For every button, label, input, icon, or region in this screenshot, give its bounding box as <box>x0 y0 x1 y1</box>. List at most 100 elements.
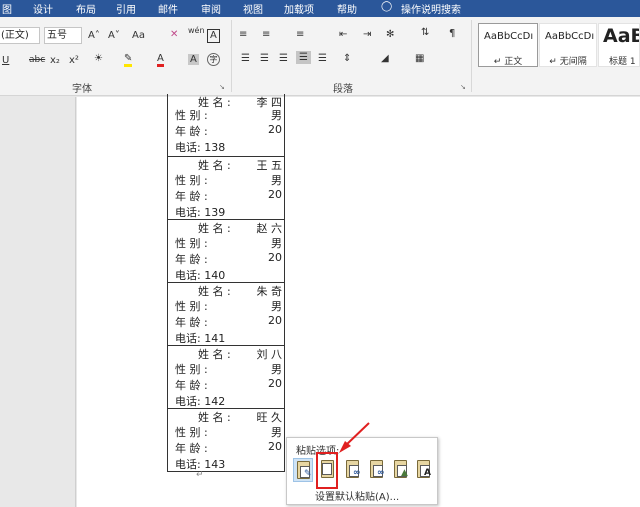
lightbulb-icon: ◯ <box>381 1 393 12</box>
name-label: 姓 名 : <box>198 285 231 298</box>
ribbon-tab-bar: 图 设计 布局 引用 邮件 审阅 视图 加载项 帮助 ◯ 操作说明搜索 <box>0 0 640 17</box>
age-value: 20 <box>268 188 282 201</box>
distributed-icon[interactable]: ☰ <box>318 53 327 64</box>
multilevel-list-icon[interactable]: ≡ <box>296 29 304 40</box>
tab-picture[interactable]: 图 <box>2 1 12 16</box>
table-row[interactable]: 姓 名 : 旺 久 性 别 : 男 年 龄 : 20 电话: 143 <box>168 409 284 472</box>
name-value: 朱 奇 <box>256 285 283 298</box>
age-value: 20 <box>268 314 282 327</box>
label-table[interactable]: 姓 名 : 李 四 性 别 : 男 年 龄 : 20 电话: 138 姓 名 :… <box>167 94 285 472</box>
group-separator <box>471 20 472 92</box>
gender-value: 男 <box>271 237 282 250</box>
enclose-char-button[interactable]: 字 <box>207 53 220 66</box>
paragraph-dialog-launcher-icon[interactable]: ↘ <box>460 83 466 91</box>
sort-icon[interactable]: ⇅ <box>421 27 429 38</box>
style-no-spacing[interactable]: AaBbCcDı ↵ 无间隔 <box>539 23 597 67</box>
phone-text: 电话: 139 <box>175 206 226 219</box>
char-border-button[interactable]: A <box>207 29 220 43</box>
tell-me-search[interactable]: 操作说明搜索 <box>401 1 461 16</box>
style-name: ↵ 无间隔 <box>549 57 587 67</box>
grow-font-button[interactable]: A˄ <box>88 30 100 41</box>
gender-label: 性 别 : <box>175 237 208 250</box>
name-value: 旺 久 <box>256 411 283 424</box>
style-normal[interactable]: AaBbCcDı ↵ 正文 <box>478 23 538 67</box>
increase-indent-icon[interactable]: ⇥ <box>363 29 371 40</box>
font-color-button[interactable]: A <box>157 53 164 67</box>
paste-destination-style-icon[interactable]: ∞ <box>367 458 387 482</box>
tab-review[interactable]: 审阅 <box>201 1 221 16</box>
gender-value: 男 <box>271 363 282 376</box>
age-value: 20 <box>268 123 282 136</box>
paste-keep-source-icon[interactable]: ✎ <box>293 458 313 482</box>
style-preview: AaB <box>603 25 639 47</box>
age-label: 年 龄 : <box>175 316 208 329</box>
font-name-dropdown[interactable]: (正文) <box>0 27 40 44</box>
decrease-indent-icon[interactable]: ⇤ <box>339 29 347 40</box>
strikethrough-button[interactable]: abc <box>29 55 45 65</box>
name-label: 姓 名 : <box>198 222 231 235</box>
gender-value: 男 <box>271 174 282 187</box>
underline-button[interactable]: U <box>2 55 9 66</box>
style-name: ↵ 正文 <box>493 57 523 67</box>
paragraph-mark: ↵ <box>196 470 204 480</box>
tab-addins[interactable]: 加载项 <box>284 1 314 16</box>
highlight-icon[interactable]: ✎ <box>124 53 133 67</box>
table-row[interactable]: 姓 名 : 刘 八 性 别 : 男 年 龄 : 20 电话: 142 <box>168 346 284 409</box>
age-value: 20 <box>268 440 282 453</box>
age-label: 年 龄 : <box>175 379 208 392</box>
font-size-dropdown[interactable]: 五号 <box>44 27 82 44</box>
chinese-layout-icon[interactable]: ✻ <box>386 29 394 40</box>
align-right-icon[interactable]: ☰ <box>279 53 288 64</box>
paste-text-a-icon[interactable]: A <box>414 458 434 482</box>
name-label: 姓 名 : <box>198 159 231 172</box>
change-case-button[interactable]: Aa <box>132 30 145 41</box>
phone-text: 电话: 141 <box>175 332 226 345</box>
subscript-button[interactable]: x₂ <box>50 55 60 66</box>
style-heading-1[interactable]: AaB 标题 1 <box>598 23 640 67</box>
phonetic-guide-button[interactable]: wén <box>188 26 205 35</box>
table-row[interactable]: 姓 名 : 李 四 性 别 : 男 年 龄 : 20 电话: 138 <box>168 94 284 157</box>
superscript-button[interactable]: x² <box>69 55 79 66</box>
name-value: 王 五 <box>256 159 283 172</box>
shading-icon[interactable]: ◢ <box>381 53 389 64</box>
style-preview: AaBbCcDı <box>545 31 595 42</box>
document-gutter <box>0 97 76 507</box>
tab-view[interactable]: 视图 <box>243 1 263 16</box>
set-default-paste-link[interactable]: 设置默认粘贴(A)... <box>315 488 399 503</box>
style-preview: AaBbCcDı <box>484 31 534 42</box>
align-center-icon[interactable]: ☰ <box>260 53 269 64</box>
tab-design[interactable]: 设计 <box>33 1 53 16</box>
paste-picture-icon[interactable]: ▲ <box>391 458 411 482</box>
age-label: 年 龄 : <box>175 253 208 266</box>
char-shading-button[interactable]: A <box>188 54 199 65</box>
tab-help[interactable]: 帮助 <box>337 1 357 16</box>
justify-icon[interactable]: ☰ <box>296 51 311 64</box>
text-effects-icon[interactable]: ☀ <box>94 53 103 64</box>
gender-label: 性 别 : <box>175 426 208 439</box>
name-label: 姓 名 : <box>198 411 231 424</box>
show-marks-icon[interactable]: ¶ <box>449 28 455 39</box>
numbering-icon[interactable]: ≡ <box>262 29 270 40</box>
age-label: 年 龄 : <box>175 442 208 455</box>
shrink-font-button[interactable]: A˅ <box>108 30 120 41</box>
tab-mailings[interactable]: 邮件 <box>158 1 178 16</box>
phone-text: 电话: 138 <box>175 141 226 154</box>
name-label: 姓 名 : <box>198 348 231 361</box>
paste-merge-format-icon[interactable]: ∞ <box>343 458 363 482</box>
font-dialog-launcher-icon[interactable]: ↘ <box>219 83 225 91</box>
name-value: 刘 八 <box>256 348 283 361</box>
bullets-icon[interactable]: ≡ <box>239 29 247 40</box>
line-spacing-icon[interactable]: ⇕ <box>343 53 351 64</box>
tab-layout[interactable]: 布局 <box>76 1 96 16</box>
clear-format-icon[interactable]: ✕ <box>170 29 178 40</box>
gender-label: 性 别 : <box>175 174 208 187</box>
style-name: 标题 1 <box>609 57 636 67</box>
align-left-icon[interactable]: ☰ <box>241 53 250 64</box>
table-row[interactable]: 姓 名 : 王 五 性 别 : 男 年 龄 : 20 电话: 139 <box>168 157 284 220</box>
tab-references[interactable]: 引用 <box>116 1 136 16</box>
font-group-label: 字体 <box>72 84 92 95</box>
table-row[interactable]: 姓 名 : 赵 六 性 别 : 男 年 龄 : 20 电话: 140 <box>168 220 284 283</box>
name-value: 赵 六 <box>256 222 283 235</box>
borders-icon[interactable]: ▦ <box>415 53 424 64</box>
table-row[interactable]: 姓 名 : 朱 奇 性 别 : 男 年 龄 : 20 电话: 141 <box>168 283 284 346</box>
